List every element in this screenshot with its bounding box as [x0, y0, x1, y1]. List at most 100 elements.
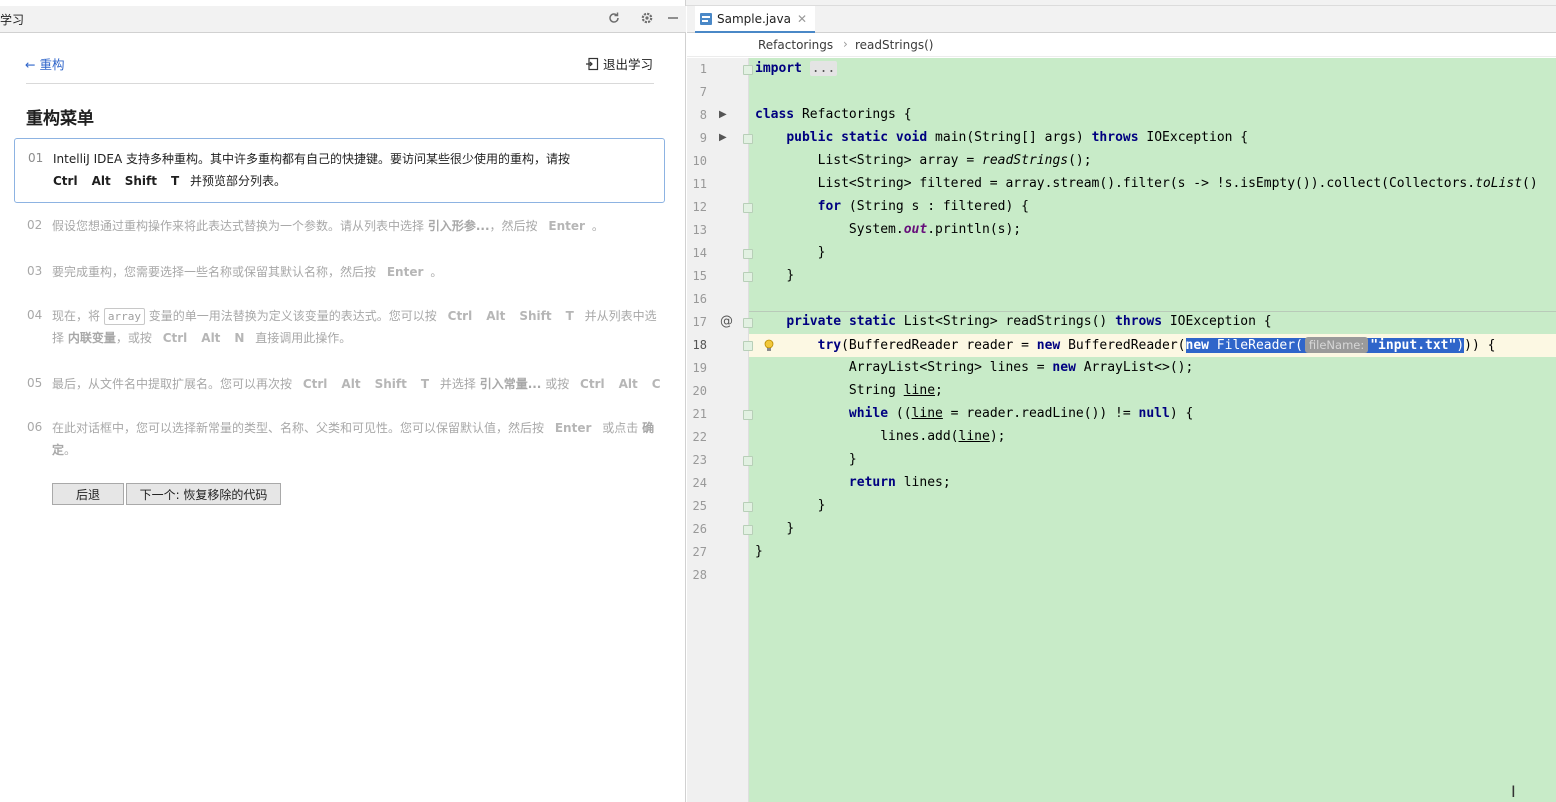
step-number: 01	[28, 151, 44, 165]
shortcut-key: Ctrl	[162, 331, 188, 345]
step-text: 最后，从文件名中提取扩展名。您可以再次按 Ctrl Alt Shift T 并选择 引…	[52, 373, 660, 395]
next-lesson-button[interactable]: 下一个: 恢复移除的代码	[126, 483, 281, 505]
step-text-part: 变量的单一用法替换为定义该变量的表达式。您可以按	[148, 309, 437, 323]
step-text: 要完成重构，您需要选择一些名称或保留其默认名称，然后按 Enter 。	[52, 261, 660, 283]
lesson-step: 05 最后，从文件名中提取扩展名。您可以再次按 Ctrl Alt Shift T 并选…	[14, 373, 665, 397]
step-text-part: 在此对话框中，您可以选择新常量的类型、名称、父类和可见性。您可以保留默认值，然后…	[52, 421, 545, 435]
fold-marker-icon[interactable]	[743, 318, 753, 328]
fold-marker-icon[interactable]	[743, 410, 753, 420]
fold-marker-icon[interactable]	[743, 341, 753, 351]
run-gutter-icon[interactable]: ▶	[719, 109, 727, 120]
exit-icon	[586, 57, 599, 70]
code-line: for (String s : filtered) {	[817, 199, 1029, 214]
step-text-part: 直接调用此操作。	[255, 331, 352, 345]
java-file-icon	[700, 12, 712, 25]
action-name: 引入常量...	[479, 377, 542, 391]
lesson-step: 04 现在，将 array 变量的单一用法替换为定义该变量的表达式。您可以按 C…	[14, 305, 665, 351]
fold-marker-icon[interactable]	[743, 456, 753, 466]
step-text-part: 要完成重构，您需要选择一些名称或保留其默认名称，然后按	[52, 265, 377, 279]
line-number: 8	[699, 108, 707, 122]
learn-panel-title: 学习	[0, 13, 25, 27]
shortcut-key: Alt	[341, 377, 361, 391]
line-number: 19	[692, 361, 707, 375]
gutter-content: 1 7 8 9 10 11 12 13 14 15 16 17 18 19 20…	[687, 58, 774, 802]
step-text-part: 现在，将	[52, 309, 101, 323]
code-line: List<String> filtered = array.stream().f…	[817, 176, 1538, 191]
shortcut-key: T	[420, 377, 430, 391]
shortcut-key: Ctrl	[580, 377, 605, 391]
line-number: 13	[692, 223, 707, 237]
line-number: 28	[692, 568, 707, 582]
step-text: 在此对话框中，您可以选择新常量的类型、名称、父类和可见性。您可以保留默认值，然后…	[52, 417, 660, 461]
breadcrumb-separator: ›	[843, 37, 848, 51]
shortcut-key: Enter	[386, 265, 424, 279]
exit-learning-button[interactable]: 退出学习	[585, 54, 653, 73]
fold-marker-icon[interactable]	[743, 525, 753, 535]
shortcut-key: Alt	[486, 309, 506, 323]
step-text-part: 并预览部分列表。	[190, 174, 287, 188]
code-line: ArrayList<String> lines = new ArrayList<…	[848, 360, 1194, 375]
line-number: 16	[692, 292, 707, 306]
shortcut-key: Shift	[124, 174, 157, 188]
close-icon[interactable]: ✕	[797, 12, 807, 26]
gear-icon[interactable]	[638, 9, 656, 27]
lightbulb-icon[interactable]	[763, 339, 775, 353]
fold-marker-icon[interactable]	[743, 65, 753, 75]
step-number: 02	[27, 218, 43, 232]
code-line-current: try(BufferedReader reader = new Buffered…	[817, 337, 1496, 353]
line-number: 21	[692, 407, 707, 421]
step-text-part: 并选择	[439, 377, 476, 391]
breadcrumb-item-method[interactable]: readStrings()	[855, 38, 933, 52]
minimize-icon[interactable]	[664, 9, 682, 27]
line-number: 26	[692, 522, 707, 536]
text-cursor-icon: I	[1511, 782, 1516, 801]
run-gutter-icon[interactable]: ▶	[719, 132, 727, 143]
fold-marker-icon[interactable]	[743, 134, 753, 144]
step-text-part: 。	[591, 219, 604, 233]
code-line: }	[848, 452, 857, 467]
code-line: }	[786, 521, 795, 536]
editor-tab-bar: Sample.java ✕	[687, 6, 1556, 33]
code-line: import ...	[755, 61, 838, 76]
shortcut-key: T	[170, 174, 180, 188]
selected-expression[interactable]: new FileReader(fileName: "input.txt")	[1185, 337, 1465, 353]
shortcut-key: Shift	[374, 377, 407, 391]
line-number: 11	[692, 177, 707, 191]
code-area[interactable]: import ... class Refactorings { public s…	[749, 58, 1556, 802]
line-number: 1	[699, 62, 707, 76]
lesson-step: 06 在此对话框中，您可以选择新常量的类型、名称、父类和可见性。您可以保留默认值…	[14, 417, 665, 463]
back-to-refactoring-link[interactable]: ← 重构	[25, 54, 64, 73]
code-line: lines.add(line);	[880, 429, 1006, 444]
shortcut-key: T	[565, 309, 574, 323]
back-button[interactable]: 后退	[52, 483, 124, 505]
editor-tab-sample-java[interactable]: Sample.java ✕	[695, 6, 816, 33]
line-number: 17	[692, 315, 707, 329]
override-marker-icon[interactable]: @	[720, 314, 733, 329]
lesson-step: 03 要完成重构，您需要选择一些名称或保留其默认名称，然后按 Enter 。	[14, 261, 665, 285]
line-number: 9	[699, 131, 707, 145]
code-line: System.out.println(s);	[848, 222, 1022, 237]
fold-marker-icon[interactable]	[743, 502, 753, 512]
shortcut-key: Ctrl	[302, 377, 328, 391]
line-number: 20	[692, 384, 707, 398]
fold-marker-icon[interactable]	[743, 272, 753, 282]
code-line: }	[817, 245, 826, 260]
step-text-part: 最后，从文件名中提取扩展名。您可以再次按	[52, 377, 293, 391]
step-number: 06	[27, 420, 43, 434]
step-number: 03	[27, 264, 43, 278]
shortcut-key: Alt	[91, 174, 111, 188]
reset-lesson-icon[interactable]	[605, 9, 623, 27]
method-separator	[749, 311, 1556, 312]
line-number: 15	[692, 269, 707, 283]
fold-marker-icon[interactable]	[743, 249, 753, 259]
shortcut-key: Alt	[618, 377, 638, 391]
step-text-part: 或按	[545, 377, 570, 391]
breadcrumb-item-class[interactable]: Refactorings	[758, 38, 833, 52]
divider	[26, 83, 654, 84]
folded-imports[interactable]: ...	[809, 61, 838, 76]
line-number: 7	[699, 85, 707, 99]
fold-marker-icon[interactable]	[743, 203, 753, 213]
back-link-label: ← 重构	[25, 57, 65, 72]
line-number: 10	[692, 154, 707, 168]
learn-panel-header: 学习	[0, 6, 686, 33]
